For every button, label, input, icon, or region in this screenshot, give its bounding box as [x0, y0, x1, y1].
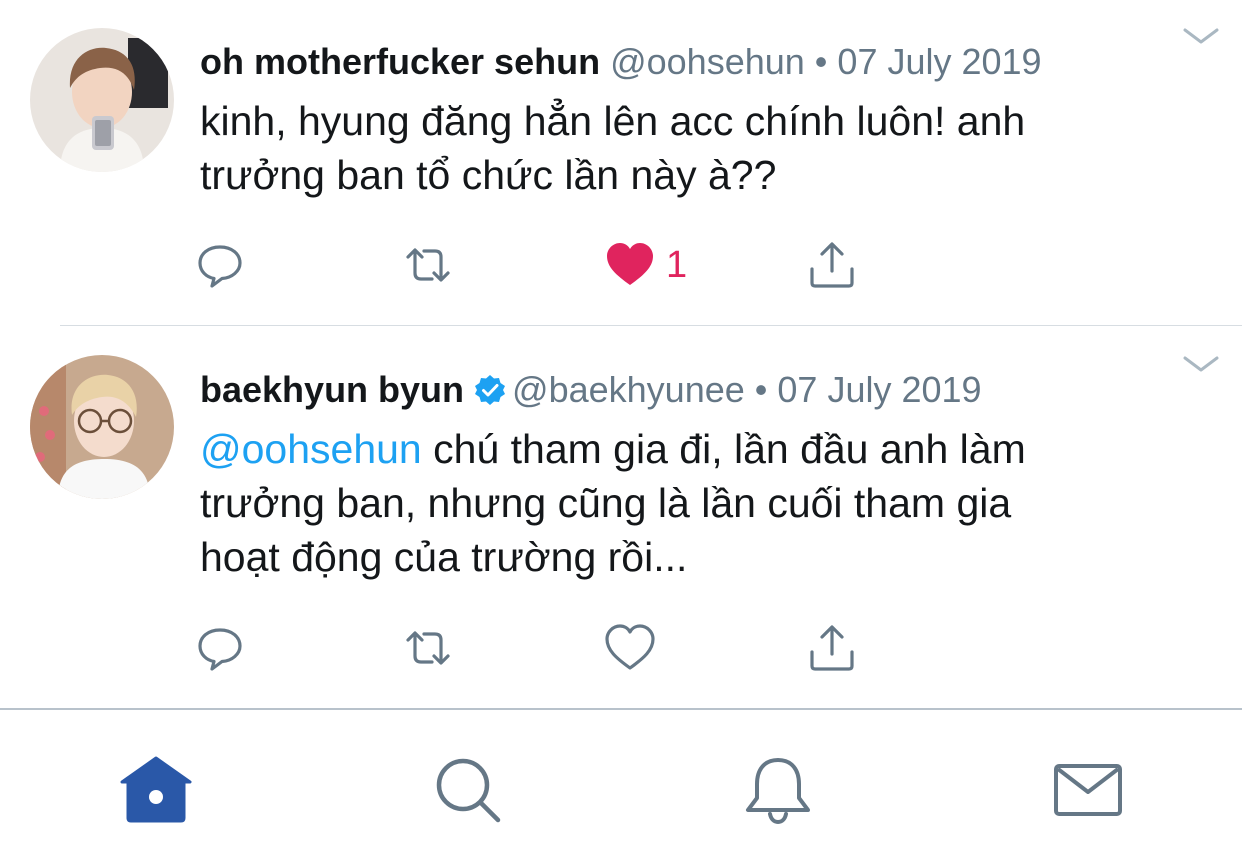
tweet-text-line: @oohsehun chú tham gia đi, lần đầu anh l… — [200, 422, 1160, 476]
tweet-text-line: trưởng ban tổ chức lần này à?? — [200, 152, 777, 198]
retweet-icon — [406, 631, 450, 665]
reply-button[interactable] — [194, 235, 246, 295]
tweet[interactable]: oh motherfucker sehun @oohsehun • 07 Jul… — [0, 0, 1242, 325]
share-button[interactable] — [806, 618, 858, 678]
tweet-text: kinh, hyung đăng hẳn lên acc chính luôn!… — [200, 94, 1160, 202]
mention-link[interactable]: @oohsehun — [200, 426, 422, 472]
display-name[interactable]: oh motherfucker sehun — [200, 41, 600, 82]
tab-bar — [0, 710, 1242, 855]
like-count: 1 — [666, 243, 688, 286]
heart-filled-icon — [607, 243, 653, 285]
tweet-text-line: kinh, hyung đăng hẳn lên acc chính luôn!… — [200, 98, 1026, 144]
bell-icon — [746, 758, 810, 824]
display-name[interactable]: baekhyun byun — [200, 369, 464, 410]
reply-icon — [198, 628, 242, 671]
tweet-header: oh motherfucker sehun @oohsehun • 07 Jul… — [200, 40, 1042, 84]
mail-icon — [1054, 764, 1122, 816]
avatar[interactable] — [30, 28, 174, 172]
tweet-actions: 1 — [0, 235, 1242, 295]
tweet-date[interactable]: 07 July 2019 — [837, 41, 1041, 82]
tweet-actions — [0, 618, 1242, 678]
separator-dot: • — [754, 369, 768, 410]
tweet-text-line: trưởng ban, nhưng cũng là lần cuối tham … — [200, 480, 1012, 526]
tweet-text: @oohsehun chú tham gia đi, lần đầu anh l… — [200, 422, 1160, 584]
retweet-icon — [406, 248, 450, 282]
reply-icon — [198, 245, 242, 288]
search-icon — [436, 758, 501, 823]
like-button[interactable] — [604, 618, 656, 678]
user-handle[interactable]: @baekhyunee — [512, 369, 745, 410]
user-handle[interactable]: @oohsehun — [610, 41, 805, 82]
share-icon — [810, 242, 854, 288]
tweet-date[interactable]: 07 July 2019 — [777, 369, 981, 410]
chevron-down-icon[interactable] — [1182, 26, 1220, 46]
tab-home[interactable] — [116, 750, 196, 830]
heart-outline-icon — [605, 624, 655, 670]
share-icon — [810, 625, 854, 671]
verified-badge-icon — [475, 375, 506, 405]
reply-button[interactable] — [194, 618, 246, 678]
tab-search[interactable] — [428, 750, 508, 830]
retweet-button[interactable] — [402, 618, 454, 678]
like-button[interactable]: 1 — [604, 235, 687, 295]
separator-dot: • — [814, 41, 828, 82]
tweet-text-line: hoạt động của trường rồi... — [200, 534, 688, 580]
share-button[interactable] — [806, 235, 858, 295]
avatar[interactable] — [30, 355, 174, 499]
home-icon — [120, 756, 192, 823]
tab-messages[interactable] — [1048, 750, 1128, 830]
chevron-down-icon[interactable] — [1182, 354, 1220, 374]
tweet-text-segment: chú tham gia đi, lần đầu anh làm — [421, 426, 1026, 472]
tweet[interactable]: baekhyun byun @baekhyunee • 07 July 2019… — [0, 326, 1242, 708]
tab-notifications[interactable] — [738, 750, 818, 830]
retweet-button[interactable] — [402, 235, 454, 295]
tweet-header: baekhyun byun @baekhyunee • 07 July 2019 — [200, 368, 982, 412]
